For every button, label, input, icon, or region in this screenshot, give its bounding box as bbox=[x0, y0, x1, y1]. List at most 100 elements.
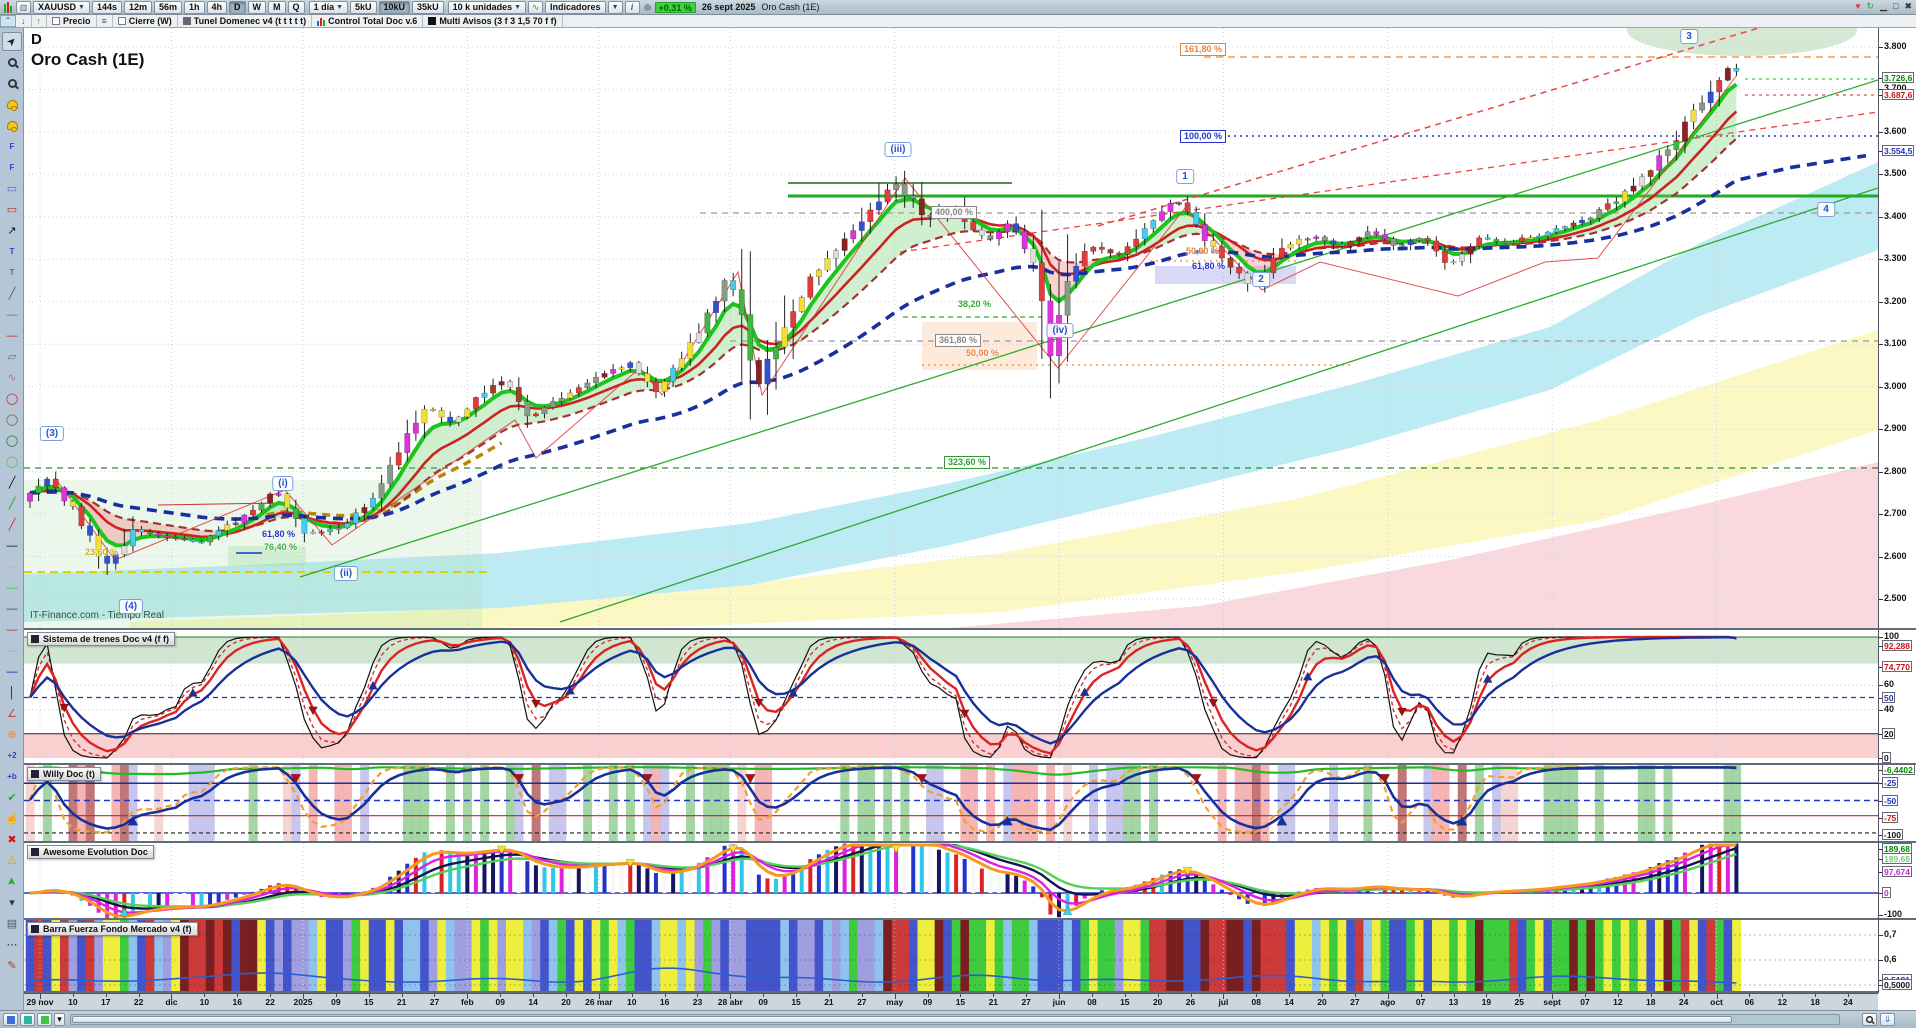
wave-label-3[interactable]: 3 bbox=[1680, 29, 1698, 44]
fib-numbers-tool[interactable]: +2 bbox=[2, 746, 22, 765]
panel-separator[interactable] bbox=[24, 991, 1878, 993]
chart-style-icon[interactable]: ∿ bbox=[528, 1, 543, 14]
delete-tool[interactable]: ✖ bbox=[2, 830, 22, 849]
arrow-down-icon[interactable]: ↓ bbox=[21, 16, 26, 26]
refresh-icon[interactable]: ↻ bbox=[1865, 1, 1877, 12]
validate-tool[interactable]: ✔ bbox=[2, 788, 22, 807]
legend-item-arrow-up[interactable]: ↑ bbox=[32, 15, 48, 27]
legend-item-list[interactable]: ≡ bbox=[97, 15, 113, 27]
workspace-icon-1[interactable] bbox=[3, 1013, 18, 1026]
timeframe-button-56m[interactable]: 56m bbox=[154, 1, 182, 14]
legend-item-cierre[interactable]: Cierre (W) bbox=[113, 15, 178, 27]
trendline-black-tool[interactable]: ╱ bbox=[2, 473, 22, 492]
duplicate-window-icon[interactable]: ▥ bbox=[16, 1, 31, 14]
symbol-selector[interactable]: XAUUSD▼ bbox=[33, 1, 90, 14]
draw-tool[interactable]: ✎ bbox=[2, 956, 22, 975]
chart-type-icon[interactable] bbox=[4, 2, 12, 13]
fib-level-text[interactable]: 50,00 % bbox=[1186, 246, 1219, 256]
wave-label-i[interactable]: (i) bbox=[272, 476, 293, 491]
panel-separator[interactable] bbox=[24, 628, 1878, 630]
panel-header-sistema[interactable]: Sistema de trenes Doc v4 (f f) bbox=[27, 632, 175, 646]
alarm-add-tool[interactable] bbox=[2, 95, 22, 114]
panel-separator[interactable] bbox=[24, 763, 1878, 765]
scroll-to-end-icon[interactable]: ⇓ bbox=[1880, 1013, 1895, 1026]
panel-header-barra[interactable]: Barra Fuerza Fondo Mercado v4 (f) bbox=[27, 922, 198, 936]
willy-panel[interactable] bbox=[24, 765, 1878, 841]
warning-tool[interactable]: ⚠ bbox=[2, 851, 22, 870]
timeframe-button-144s[interactable]: 144s bbox=[92, 1, 122, 14]
list-icon[interactable]: ≡ bbox=[102, 16, 107, 26]
legend-item-tunel[interactable]: Tunel Domenec v4 (t t t t t) bbox=[178, 15, 312, 27]
fib-level-label[interactable]: 361,80 % bbox=[935, 334, 981, 347]
timeframe-button-Q[interactable]: Q bbox=[288, 1, 305, 14]
ellipse-green-tool[interactable]: ◯ bbox=[2, 431, 22, 450]
panel-header-awesome[interactable]: Awesome Evolution Doc bbox=[27, 845, 154, 859]
collapse-tools-button[interactable]: ▾ bbox=[2, 893, 22, 912]
fib-level-label[interactable]: 100,00 % bbox=[1180, 130, 1226, 143]
ellipse-lightgreen-tool[interactable]: ◯ bbox=[2, 452, 22, 471]
workspace-icon-2[interactable] bbox=[20, 1013, 35, 1026]
panel-header-willy[interactable]: Willy Doc (t) bbox=[27, 767, 101, 781]
fib-level-text[interactable]: 23,60 % bbox=[85, 547, 118, 557]
collapse-legend-button[interactable]: ⌃ bbox=[0, 15, 16, 27]
thumb-up-tool[interactable]: ☝ bbox=[2, 809, 22, 828]
period-selector[interactable]: 1 día▼ bbox=[309, 1, 348, 14]
wave-label-ii[interactable]: (ii) bbox=[334, 566, 358, 581]
notifications-tool[interactable]: ▤ bbox=[2, 914, 22, 933]
fib-level-text[interactable]: 50,00 % bbox=[966, 348, 999, 358]
hline-pink-tool[interactable]: ― bbox=[2, 557, 22, 576]
hline-darkgreen-tool[interactable]: ― bbox=[2, 599, 22, 618]
wave-label-4[interactable]: (4) bbox=[119, 599, 143, 614]
fib-projection-tool[interactable]: F bbox=[2, 158, 22, 177]
angle-tool[interactable]: ∠ bbox=[2, 704, 22, 723]
hline-green-dot-tool[interactable]: ― bbox=[2, 305, 22, 324]
trendline-red-tool[interactable]: ╱ bbox=[2, 515, 22, 534]
ellipse-brown-tool[interactable]: ◯ bbox=[2, 410, 22, 429]
fib-level-text[interactable]: 61,80 % bbox=[1192, 261, 1225, 271]
timeframe-button-1h[interactable]: 1h bbox=[184, 1, 205, 14]
hline-black-tool[interactable]: ― bbox=[2, 536, 22, 555]
fib-level-text[interactable]: 38,20 % bbox=[958, 299, 991, 309]
ellipse-red-tool[interactable]: ◯ bbox=[2, 389, 22, 408]
favorite-icon[interactable]: ♥ bbox=[1853, 1, 1862, 12]
note-tool[interactable]: T bbox=[2, 263, 22, 282]
zoom-in-icon[interactable] bbox=[1862, 1013, 1877, 1026]
trendline-green-tool[interactable]: ╱ bbox=[2, 494, 22, 513]
hline-red-dot-tool[interactable]: ― bbox=[2, 326, 22, 345]
legend-item-multi[interactable]: Multi Avisos (3 f 3 1,5 70 f f) bbox=[423, 15, 562, 27]
alarm-tool[interactable] bbox=[2, 116, 22, 135]
close-button[interactable]: ✖ bbox=[1902, 1, 1914, 12]
scrollbar-thumb[interactable] bbox=[72, 1016, 1732, 1023]
circle-plus-tool[interactable]: ⊕ bbox=[2, 725, 22, 744]
indicators-button[interactable]: Indicadores bbox=[545, 1, 606, 14]
volume-button-10kU[interactable]: 10kU bbox=[379, 1, 411, 14]
maximize-button[interactable]: □ bbox=[1891, 1, 1900, 12]
fib-level-label[interactable]: 161,80 % bbox=[1180, 43, 1226, 56]
legend-item-precio[interactable]: Precio bbox=[47, 15, 97, 27]
indicators-dropdown[interactable]: ▼ bbox=[608, 1, 623, 14]
rect-red-tool[interactable]: ▭ bbox=[2, 200, 22, 219]
hline-red-tool[interactable]: ― bbox=[2, 620, 22, 639]
wave-label-1[interactable]: 1 bbox=[1176, 169, 1194, 184]
segment-tool[interactable]: ╱ bbox=[2, 284, 22, 303]
wave-label-iii[interactable]: (iii) bbox=[885, 142, 912, 157]
arrow-tool[interactable]: ↗ bbox=[2, 221, 22, 240]
time-axis[interactable]: 29 nov101722dic101622202509152127feb0914… bbox=[24, 993, 1878, 1010]
sistema-panel[interactable] bbox=[24, 630, 1878, 763]
minimize-button[interactable]: ▁ bbox=[1878, 1, 1889, 12]
fib-level-text[interactable]: 76,40 % bbox=[264, 542, 297, 552]
panel-separator[interactable] bbox=[24, 918, 1878, 920]
abc-letters-tool[interactable]: +b bbox=[2, 767, 22, 786]
volume-button-5kU[interactable]: 5kU bbox=[350, 1, 377, 14]
wave-pattern-tool[interactable]: ∿ bbox=[2, 368, 22, 387]
legend-item-control[interactable]: Control Total Doc v.6 bbox=[312, 15, 423, 27]
zoom-tool[interactable] bbox=[2, 53, 22, 72]
timeframe-button-4h[interactable]: 4h bbox=[207, 1, 228, 14]
wave-label-4[interactable]: 4 bbox=[1817, 202, 1835, 217]
workspace-icon-3[interactable] bbox=[37, 1013, 52, 1026]
more-tools-button[interactable]: ⋯ bbox=[2, 935, 22, 954]
checkbox-icon[interactable] bbox=[118, 17, 126, 25]
zoom-area-tool[interactable] bbox=[2, 74, 22, 93]
fib-level-label[interactable]: 323,60 % bbox=[944, 456, 990, 469]
timeframe-button-12m[interactable]: 12m bbox=[124, 1, 152, 14]
